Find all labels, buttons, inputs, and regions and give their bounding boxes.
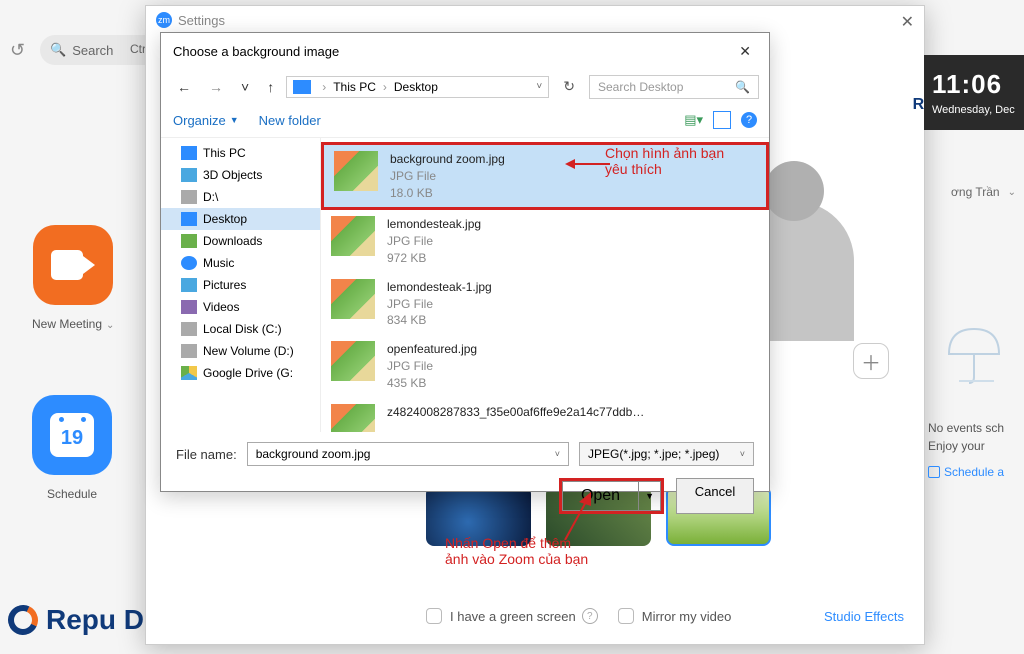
folder-tree-icon bbox=[181, 190, 197, 204]
schedule-button[interactable]: 19 Schedule bbox=[32, 395, 112, 501]
filename-label: File name: bbox=[176, 447, 237, 462]
folder-tree-icon bbox=[181, 344, 197, 358]
folder-tree[interactable]: This PC3D ObjectsD:\DesktopDownloadsMusi… bbox=[161, 138, 321, 432]
add-background-button[interactable]: ＋ bbox=[853, 343, 889, 379]
new-folder-button[interactable]: New folder bbox=[259, 113, 321, 128]
mirror-checkbox[interactable] bbox=[618, 608, 634, 624]
green-screen-checkbox[interactable] bbox=[426, 608, 442, 624]
settings-close-button[interactable]: ✕ bbox=[901, 12, 914, 32]
file-thumbnail bbox=[331, 341, 375, 381]
folder-tree-icon bbox=[181, 168, 197, 182]
file-thumbnail bbox=[334, 151, 378, 191]
nav-back-button[interactable]: ← bbox=[171, 75, 197, 99]
file-thumbnail bbox=[331, 216, 375, 256]
user-dropdown[interactable]: ơng Trần⌄ bbox=[924, 185, 1024, 199]
help-icon[interactable]: ? bbox=[582, 608, 598, 624]
folder-icon bbox=[293, 80, 311, 94]
mirror-label: Mirror my video bbox=[642, 609, 732, 624]
studio-effects-link[interactable]: Studio Effects bbox=[824, 609, 904, 624]
sidebar-item[interactable]: Music bbox=[161, 252, 320, 274]
dialog-title: Choose a background image bbox=[173, 44, 339, 59]
file-type: JPG File bbox=[387, 358, 477, 375]
file-open-dialog: Choose a background image ✕ ← → ˅ ↑ › Th… bbox=[160, 32, 770, 492]
file-filter-dropdown[interactable]: JPEG(*.jpg; *.jpe; *.jpeg) ˅ bbox=[579, 442, 754, 466]
sidebar-item[interactable]: D:\ bbox=[161, 186, 320, 208]
file-type: JPG File bbox=[390, 168, 505, 185]
file-row[interactable]: lemondesteak-1.jpg JPG File 834 KB bbox=[321, 273, 769, 335]
file-row[interactable]: openfeatured.jpg JPG File 435 KB bbox=[321, 335, 769, 397]
dialog-close-button[interactable]: ✕ bbox=[733, 41, 757, 62]
file-name: lemondesteak-1.jpg bbox=[387, 279, 492, 296]
file-type: JPG File bbox=[387, 233, 481, 250]
green-screen-label: I have a green screen bbox=[450, 609, 576, 624]
search-icon: 🔍 bbox=[50, 42, 66, 58]
annotation-choose-image: Chọn hình ảnh bạn yêu thích bbox=[605, 145, 724, 177]
clock-widget: 11:06 Wednesday, Dec bbox=[924, 55, 1024, 130]
sidebar-item[interactable]: Videos bbox=[161, 296, 320, 318]
calendar-small-icon bbox=[928, 466, 940, 478]
filename-input[interactable]: background zoom.jpg ˅ bbox=[247, 442, 569, 466]
nav-forward-button[interactable]: → bbox=[203, 75, 229, 99]
refresh-button[interactable]: ↻ bbox=[555, 74, 583, 99]
schedule-link[interactable]: Schedule a bbox=[924, 465, 1024, 479]
new-meeting-button[interactable]: New Meeting⌄ bbox=[32, 225, 114, 331]
folder-tree-icon bbox=[181, 278, 197, 292]
file-thumbnail bbox=[331, 404, 375, 432]
nav-up-arrow[interactable]: ↑ bbox=[261, 75, 280, 99]
folder-tree-icon bbox=[181, 234, 197, 248]
sidebar-item[interactable]: Google Drive (G: bbox=[161, 362, 320, 384]
file-list[interactable]: background zoom.jpg JPG File 18.0 KB lem… bbox=[321, 138, 769, 432]
settings-title: Settings bbox=[178, 13, 225, 28]
file-name: lemondesteak.jpg bbox=[387, 216, 481, 233]
file-name: z4824008287833_f35e00af6ffe9e2a14c77ddb3… bbox=[387, 404, 647, 421]
file-type: JPG File bbox=[387, 296, 492, 313]
file-size: 972 KB bbox=[387, 250, 481, 267]
path-breadcrumb[interactable]: › This PC › Desktop ˅ bbox=[286, 76, 549, 98]
file-size: 834 KB bbox=[387, 312, 492, 329]
folder-tree-icon bbox=[181, 300, 197, 314]
file-row[interactable]: lemondesteak.jpg JPG File 972 KB bbox=[321, 210, 769, 272]
annotation-arrow-1 bbox=[565, 155, 610, 173]
folder-search-input[interactable]: Search Desktop 🔍 bbox=[589, 75, 759, 99]
calendar-icon: 19 bbox=[50, 413, 94, 457]
cancel-button[interactable]: Cancel bbox=[676, 478, 754, 514]
zoom-icon: zm bbox=[156, 12, 172, 28]
sidebar-item[interactable]: 3D Objects bbox=[161, 164, 320, 186]
folder-tree-icon bbox=[181, 256, 197, 270]
help-button[interactable]: ? bbox=[741, 112, 757, 128]
folder-tree-icon bbox=[181, 322, 197, 336]
folder-tree-icon bbox=[181, 366, 197, 380]
folder-tree-icon bbox=[181, 212, 197, 226]
file-name: background zoom.jpg bbox=[390, 151, 505, 168]
back-icon[interactable]: ↺ bbox=[10, 40, 25, 61]
nav-up-button[interactable]: ˅ bbox=[235, 75, 255, 99]
sidebar-item[interactable]: Local Disk (C:) bbox=[161, 318, 320, 340]
file-size: 18.0 KB bbox=[390, 185, 505, 202]
sidebar-item[interactable]: New Volume (D:) bbox=[161, 340, 320, 362]
preview-pane-button[interactable] bbox=[713, 111, 731, 129]
search-icon: 🔍 bbox=[735, 80, 750, 94]
sidebar-item[interactable]: Pictures bbox=[161, 274, 320, 296]
sidebar-item[interactable]: Downloads bbox=[161, 230, 320, 252]
file-name: openfeatured.jpg bbox=[387, 341, 477, 358]
annotation-arrow-2 bbox=[555, 490, 595, 540]
folder-tree-icon bbox=[181, 146, 197, 160]
chevron-down-icon[interactable]: ⌄ bbox=[106, 320, 114, 331]
sidebar-item[interactable]: Desktop bbox=[161, 208, 320, 230]
no-events-text: No events sch Enjoy your bbox=[924, 419, 1024, 455]
search-label: Search bbox=[72, 43, 113, 58]
umbrella-illustration bbox=[924, 319, 1024, 389]
path-dropdown-icon[interactable]: ˅ bbox=[536, 81, 542, 92]
file-thumbnail bbox=[331, 279, 375, 319]
file-size: 435 KB bbox=[387, 375, 477, 392]
open-dropdown-icon[interactable]: ▼ bbox=[639, 482, 660, 510]
video-icon bbox=[51, 250, 95, 280]
sidebar-item[interactable]: This PC bbox=[161, 142, 320, 164]
file-row[interactable]: z4824008287833_f35e00af6ffe9e2a14c77ddb3… bbox=[321, 398, 769, 432]
view-mode-icon[interactable]: ▤▾ bbox=[684, 112, 703, 128]
organize-dropdown[interactable]: Organize▼ bbox=[173, 113, 239, 128]
